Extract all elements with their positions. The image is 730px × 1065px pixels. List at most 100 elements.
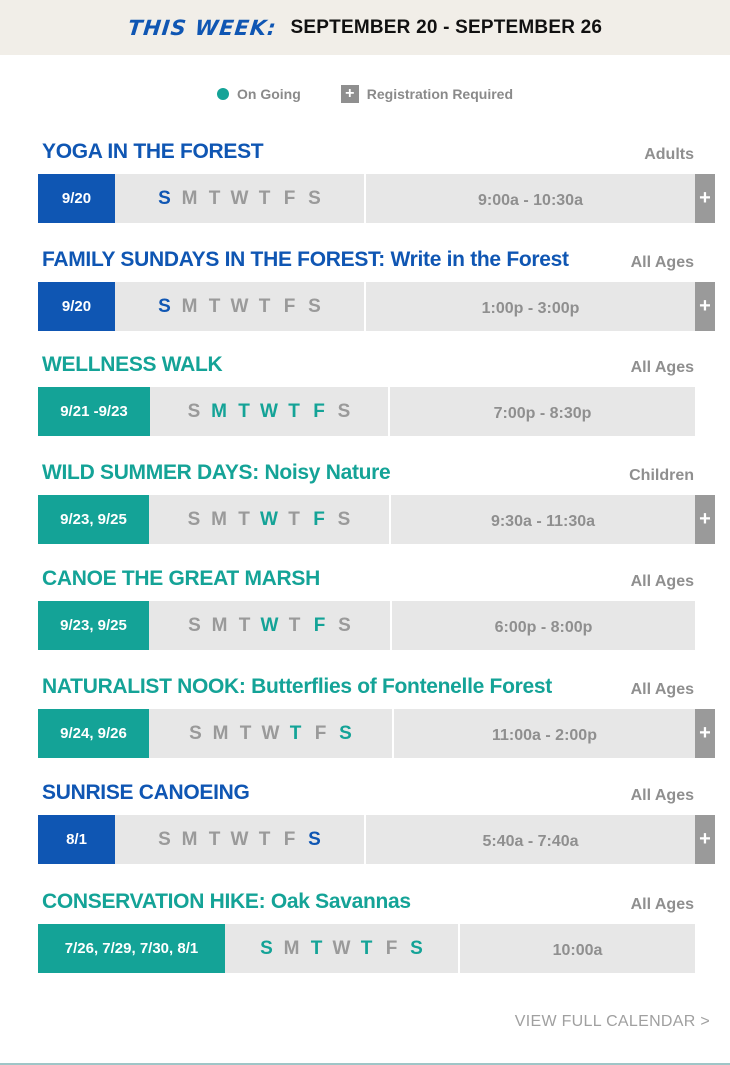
- event-bar: 9/23, 9/25 S M T W T F S 9:30a - 11:30a: [38, 495, 695, 544]
- day-tue: T: [208, 187, 221, 209]
- event-time: 6:00p - 8:00p: [494, 618, 593, 636]
- day-tue: T: [238, 614, 251, 636]
- event-audience: Adults: [644, 146, 694, 163]
- day-sun: S: [158, 187, 171, 209]
- day-fri: F: [283, 295, 296, 317]
- register-plus-button[interactable]: +: [695, 815, 715, 864]
- event-days: S M T W T F S: [149, 601, 392, 650]
- register-plus-button[interactable]: +: [695, 174, 715, 223]
- day-sat: S: [410, 937, 423, 959]
- event-days: S M T W T F S: [115, 815, 366, 864]
- register-plus-button[interactable]: +: [695, 709, 715, 758]
- event-bar: 9/20 S M T W T F S 9:00a - 10:30a: [38, 174, 695, 223]
- event-title[interactable]: SUNRISE CANOEING: [42, 781, 250, 805]
- day-sun: S: [187, 508, 201, 530]
- day-thu: T: [288, 400, 300, 422]
- day-sat: S: [337, 400, 351, 422]
- plus-icon: +: [340, 85, 359, 103]
- event-bar: 8/1 S M T W T F S 5:40a - 7:40a: [38, 815, 695, 864]
- day-sun: S: [158, 295, 171, 317]
- day-wed: W: [260, 614, 279, 636]
- day-mon: M: [211, 400, 227, 422]
- event-date: 7/26, 7/29, 7/30, 8/1: [38, 924, 225, 973]
- day-sat: S: [338, 614, 351, 636]
- day-sat: S: [339, 722, 352, 744]
- day-mon: M: [181, 187, 198, 209]
- legend-registration-label: Registration Required: [366, 86, 513, 102]
- legend-registration: + Registration Required: [340, 85, 513, 103]
- view-full-calendar-link[interactable]: VIEW FULL CALENDAR >: [515, 1013, 710, 1031]
- event-audience: All Ages: [630, 573, 694, 590]
- day-mon: M: [283, 937, 300, 959]
- event-audience: All Ages: [630, 254, 694, 271]
- day-tue: T: [238, 508, 250, 530]
- event-title[interactable]: CONSERVATION HIKE: Oak Savannas: [42, 890, 411, 914]
- event-wellness-walk[interactable]: WELLNESS WALK All Ages 9/21 -9/23 S M T …: [38, 353, 716, 438]
- event-title[interactable]: WELLNESS WALK: [42, 353, 223, 377]
- event-title[interactable]: CANOE THE GREAT MARSH: [42, 567, 320, 591]
- day-mon: M: [211, 508, 227, 530]
- day-wed: W: [261, 722, 280, 744]
- event-bar: 9/21 -9/23 S M T W T F S 7:00p - 8:30p: [38, 387, 695, 436]
- day-fri: F: [313, 400, 325, 422]
- day-sat: S: [308, 828, 321, 850]
- event-wild-summer-days[interactable]: WILD SUMMER DAYS: Noisy Nature Children …: [38, 461, 716, 546]
- event-days: S M T W T F S: [115, 282, 366, 331]
- day-sun: S: [187, 400, 201, 422]
- event-bar: 9/23, 9/25 S M T W T F S 6:00p - 8:00p: [38, 601, 695, 650]
- event-days: S M T W T F S: [150, 387, 390, 436]
- day-tue: T: [208, 828, 221, 850]
- day-sat: S: [308, 187, 321, 209]
- event-family-sundays[interactable]: FAMILY SUNDAYS IN THE FOREST: Write in t…: [38, 248, 716, 333]
- day-fri: F: [313, 614, 326, 636]
- day-fri: F: [283, 828, 296, 850]
- event-title[interactable]: YOGA IN THE FOREST: [42, 140, 264, 164]
- day-sun: S: [189, 722, 202, 744]
- event-time: 10:00a: [552, 941, 603, 959]
- day-sat: S: [308, 295, 321, 317]
- event-days: S M T W T F S: [149, 709, 394, 758]
- day-fri: F: [283, 187, 296, 209]
- day-tue: T: [238, 400, 250, 422]
- event-time: 9:00a - 10:30a: [478, 191, 583, 209]
- legend-ongoing-label: On Going: [236, 86, 301, 102]
- register-plus-button[interactable]: +: [695, 282, 715, 331]
- event-date: 8/1: [38, 815, 115, 864]
- event-title[interactable]: NATURALIST NOOK: Butterflies of Fontenel…: [42, 675, 552, 699]
- legend-ongoing: On Going: [216, 86, 301, 102]
- event-naturalist-nook[interactable]: NATURALIST NOOK: Butterflies of Fontenel…: [38, 675, 716, 760]
- event-audience: All Ages: [630, 787, 694, 804]
- event-date: 9/23, 9/25: [38, 495, 149, 544]
- day-wed: W: [230, 295, 249, 317]
- event-date: 9/20: [38, 282, 115, 331]
- event-bar: 9/24, 9/26 S M T W T F S 11:00a - 2:00p: [38, 709, 695, 758]
- event-date: 9/21 -9/23: [38, 387, 150, 436]
- register-plus-button[interactable]: +: [695, 495, 715, 544]
- day-wed: W: [230, 187, 249, 209]
- event-sunrise-canoeing[interactable]: SUNRISE CANOEING All Ages 8/1 S M T W T …: [38, 781, 716, 866]
- day-mon: M: [211, 614, 228, 636]
- event-audience: Children: [629, 467, 694, 484]
- day-sun: S: [188, 614, 201, 636]
- ongoing-dot-icon: [216, 88, 229, 100]
- day-thu: T: [258, 295, 271, 317]
- event-yoga-in-the-forest[interactable]: YOGA IN THE FOREST Adults 9/20 S M T W T…: [38, 140, 716, 225]
- day-thu: T: [288, 614, 301, 636]
- event-canoe-the-great-marsh[interactable]: CANOE THE GREAT MARSH All Ages 9/23, 9/2…: [38, 567, 716, 652]
- day-mon: M: [181, 295, 198, 317]
- day-fri: F: [314, 722, 327, 744]
- event-date: 9/20: [38, 174, 115, 223]
- event-time: 9:30a - 11:30a: [490, 512, 596, 530]
- event-days: S M T W T F S: [115, 174, 366, 223]
- event-conservation-hike[interactable]: CONSERVATION HIKE: Oak Savannas All Ages…: [38, 890, 716, 975]
- day-fri: F: [313, 508, 325, 530]
- event-title[interactable]: WILD SUMMER DAYS: Noisy Nature: [42, 461, 391, 485]
- event-time: 7:00p - 8:30p: [493, 404, 592, 422]
- event-date: 9/23, 9/25: [38, 601, 149, 650]
- day-wed: W: [230, 828, 249, 850]
- day-mon: M: [181, 828, 198, 850]
- day-tue: T: [208, 295, 221, 317]
- day-wed: W: [332, 937, 351, 959]
- this-week-label: THIS WEEK:: [126, 15, 278, 40]
- event-title[interactable]: FAMILY SUNDAYS IN THE FOREST: Write in t…: [42, 248, 569, 272]
